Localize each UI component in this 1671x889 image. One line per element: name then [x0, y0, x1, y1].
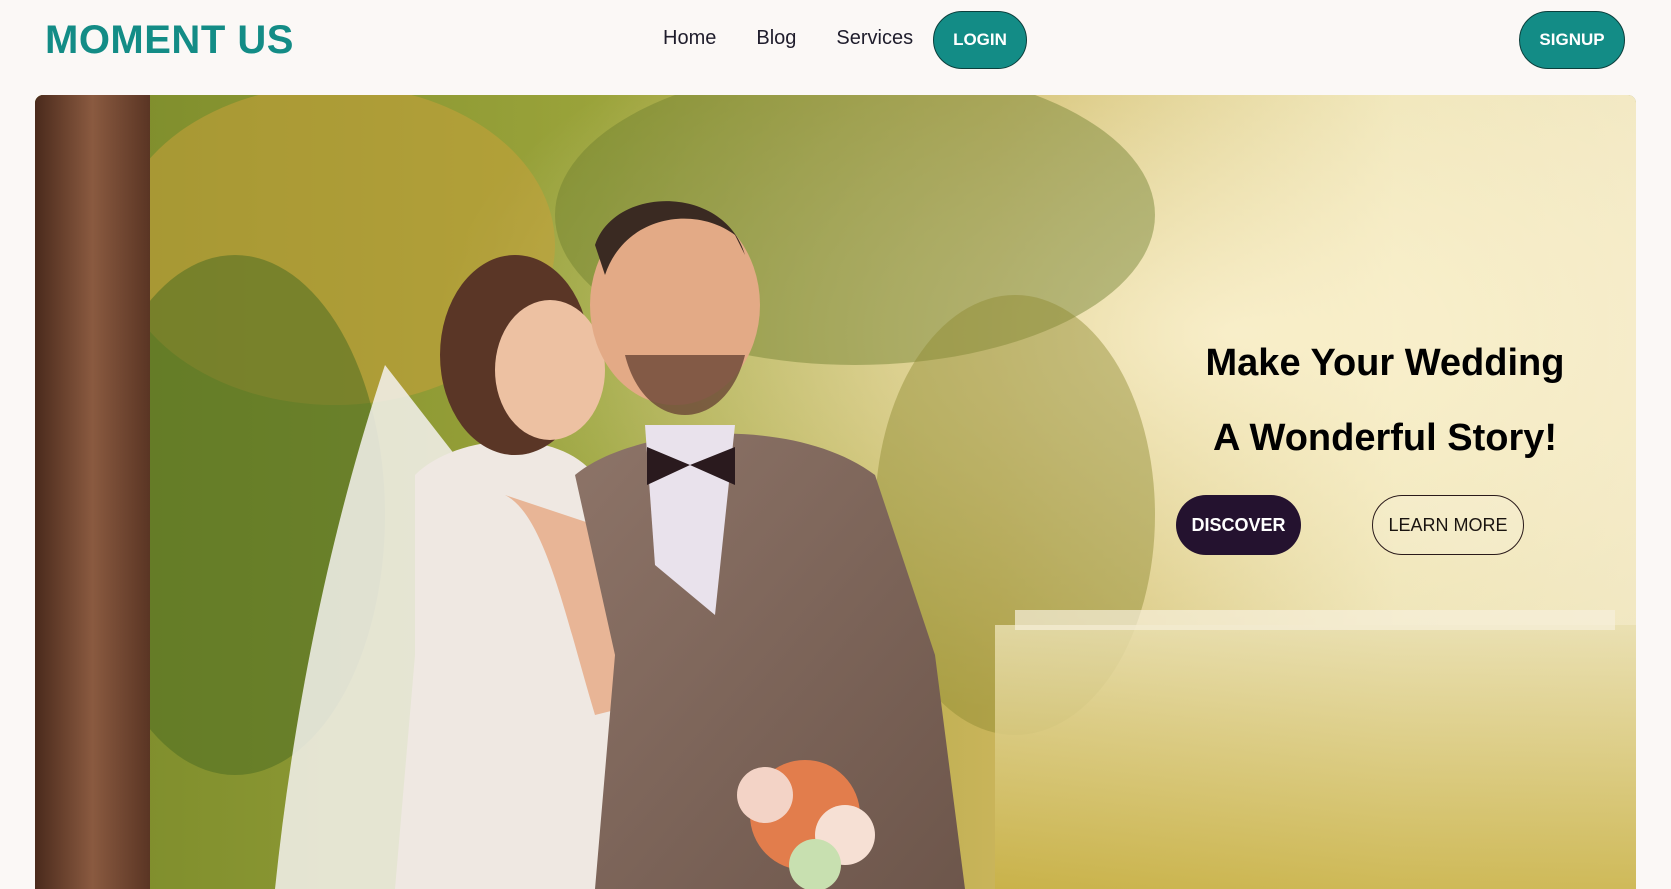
hero-banner: Make Your Wedding A Wonderful Story! DIS… — [35, 95, 1636, 889]
discover-button[interactable]: DISCOVER — [1176, 495, 1301, 555]
main-nav: Home Blog Services — [663, 27, 913, 50]
nav-services[interactable]: Services — [836, 27, 913, 50]
hero-headline-line1: Make Your Wedding — [1205, 342, 1565, 384]
hero-photo — [35, 95, 1636, 889]
hero-headline-line2: A Wonderful Story! — [1212, 417, 1558, 459]
nav-blog[interactable]: Blog — [756, 27, 796, 50]
nav-home[interactable]: Home — [663, 27, 716, 50]
logo[interactable]: MOMENT US — [45, 18, 294, 63]
learn-more-button[interactable]: LEARN MORE — [1372, 495, 1524, 555]
signup-button[interactable]: SIGNUP — [1519, 11, 1625, 69]
login-button[interactable]: LOGIN — [933, 11, 1027, 69]
page: MOMENT US Home Blog Services LOGIN SIGNU… — [0, 0, 1671, 889]
